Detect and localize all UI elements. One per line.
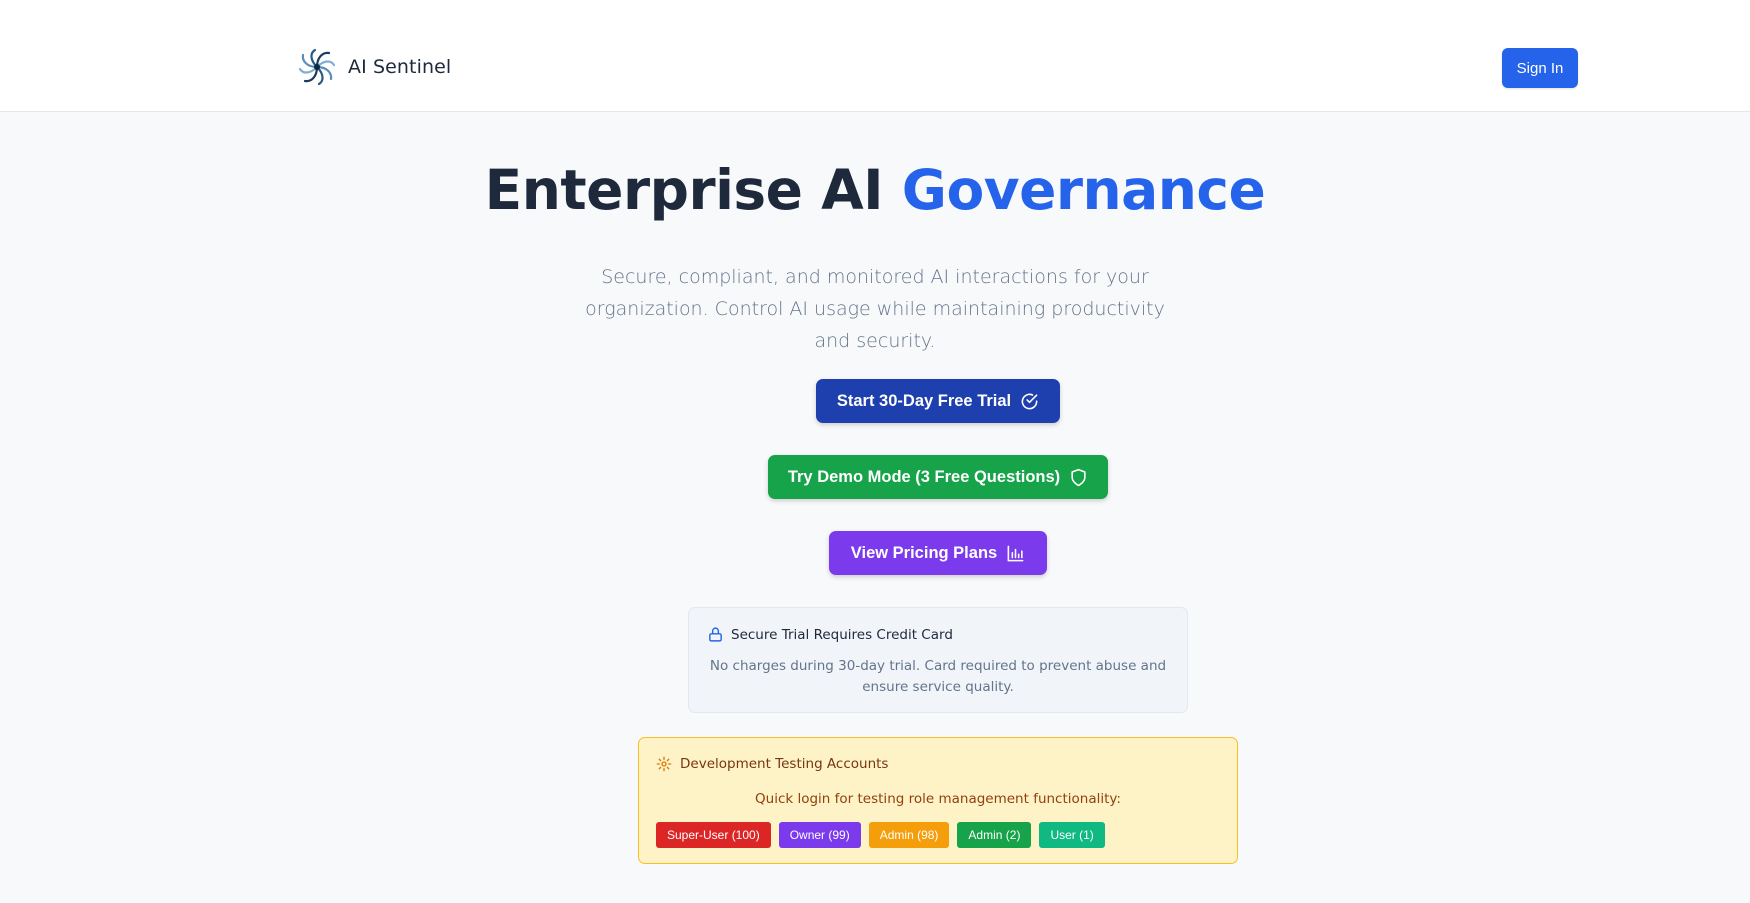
dev-accounts-title: Development Testing Accounts: [680, 756, 889, 772]
secure-trial-title: Secure Trial Requires Credit Card: [731, 626, 953, 643]
dev-accounts-panel: Development Testing Accounts Quick login…: [638, 737, 1238, 864]
shield-icon: [1071, 468, 1086, 486]
secure-trial-header: Secure Trial Requires Credit Card: [707, 626, 953, 643]
hero-title-main: Enterprise AI: [484, 158, 902, 222]
secure-trial-text: No charges during 30-day trial. Card req…: [709, 658, 1167, 695]
aperture-logo-icon: [298, 48, 336, 86]
brand[interactable]: AI Sentinel: [296, 46, 451, 88]
start-trial-button[interactable]: Start 30-Day Free Trial: [816, 379, 1060, 423]
lock-icon: [709, 627, 722, 642]
hero-subtitle: Secure, compliant, and monitored AI inte…: [585, 266, 1165, 352]
dev-accounts-description: Quick login for testing role management …: [755, 791, 1121, 807]
site-header: AI Sentinel Sign In: [0, 0, 1750, 112]
bar-chart-icon: [1007, 545, 1024, 561]
role-buttons: Super-User (100) Owner (99) Admin (98) A…: [656, 822, 1105, 848]
sign-in-button[interactable]: Sign In: [1502, 48, 1578, 88]
dev-accounts-header: Development Testing Accounts: [656, 756, 888, 772]
hero-title: Enterprise AI Governance: [0, 158, 1750, 222]
brand-name: AI Sentinel: [348, 56, 452, 78]
role-admin-2-button[interactable]: Admin (2): [957, 822, 1032, 848]
role-super-user-button[interactable]: Super-User (100): [656, 822, 771, 848]
try-demo-button[interactable]: Try Demo Mode (3 Free Questions): [768, 455, 1108, 499]
view-pricing-label: View Pricing Plans: [850, 543, 998, 562]
hero-title-accent: Governance: [901, 158, 1266, 222]
secure-trial-notice: Secure Trial Requires Credit Card No cha…: [688, 607, 1188, 713]
view-pricing-button[interactable]: View Pricing Plans: [829, 531, 1047, 575]
role-user-button[interactable]: User (1): [1039, 822, 1105, 848]
check-circle-icon: [1021, 393, 1038, 409]
try-demo-label: Try Demo Mode (3 Free Questions): [787, 467, 1061, 486]
role-owner-button[interactable]: Owner (99): [778, 822, 861, 848]
role-admin-98-button[interactable]: Admin (98): [868, 822, 950, 848]
start-trial-label: Start 30-Day Free Trial: [836, 391, 1012, 410]
gear-icon: [656, 756, 672, 772]
